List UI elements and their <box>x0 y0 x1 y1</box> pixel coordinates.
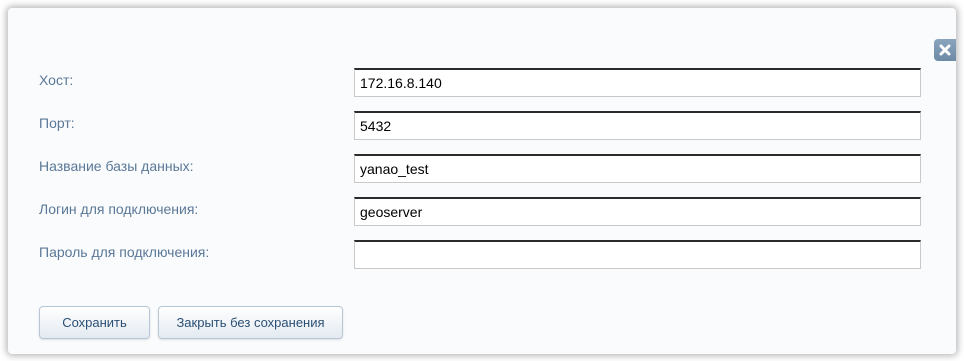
connection-settings-dialog: Хост: Порт: Название базы данных: Логин … <box>8 8 956 354</box>
host-input[interactable] <box>354 68 921 97</box>
port-label: Порт: <box>39 115 75 131</box>
page: Хост: Порт: Название базы данных: Логин … <box>0 0 964 361</box>
login-label: Логин для подключения: <box>39 201 199 217</box>
port-input[interactable] <box>354 111 921 140</box>
login-input[interactable] <box>354 197 921 226</box>
close-icon <box>939 44 951 56</box>
close-button[interactable] <box>934 39 956 61</box>
password-label: Пароль для подключения: <box>39 244 210 260</box>
password-input[interactable] <box>354 240 921 269</box>
database-name-input[interactable] <box>354 154 921 183</box>
close-without-saving-button[interactable]: Закрыть без сохранения <box>158 306 343 339</box>
host-label: Хост: <box>39 72 74 88</box>
database-name-label: Название базы данных: <box>39 158 194 174</box>
save-button[interactable]: Сохранить <box>39 306 150 339</box>
